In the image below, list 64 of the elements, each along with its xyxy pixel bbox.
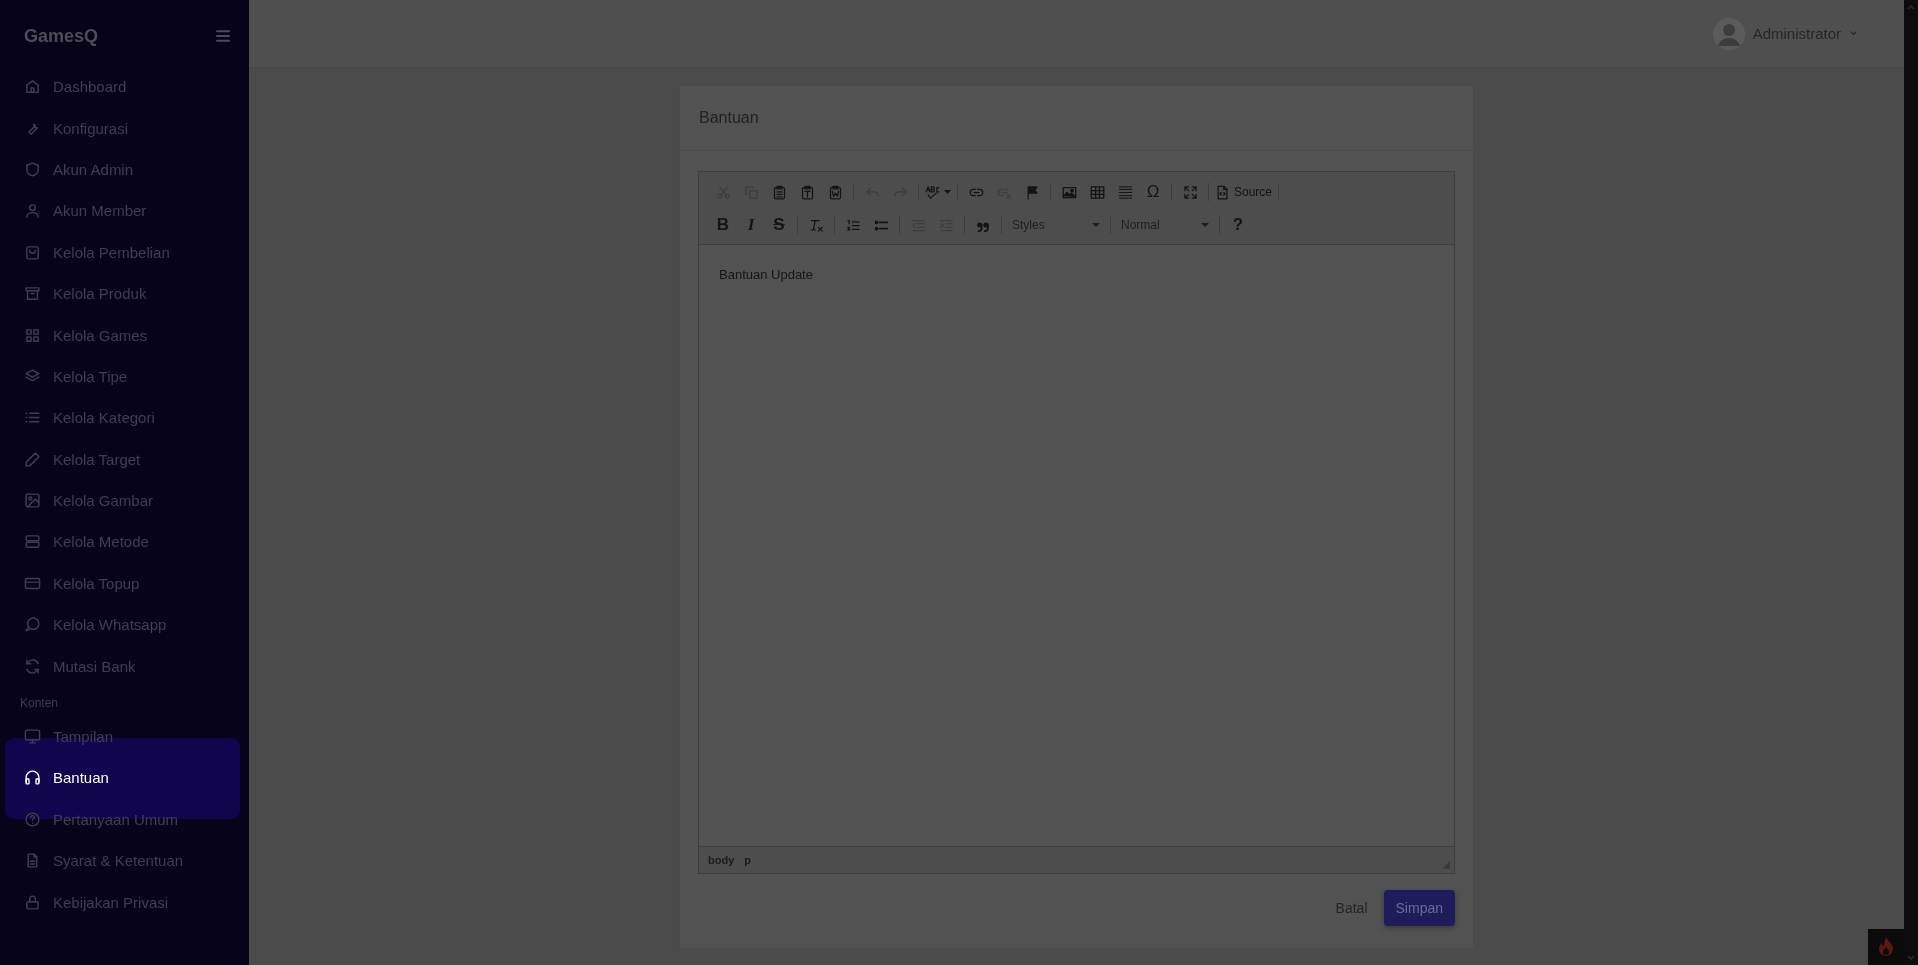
sidebar-item[interactable]: Kelola Games [0,314,249,356]
caret-icon [944,190,951,194]
sidebar-item[interactable]: Konfigurasi [0,107,249,149]
sidebar-item[interactable]: Akun Admin [0,148,249,191]
sidebar-item[interactable]: Syarat & Ketentuan [0,840,249,882]
pencil-icon [24,450,41,468]
clipboard-icon [771,184,787,200]
clipboard-word-icon [827,184,843,200]
format-tool-button[interactable]: Ω [1139,180,1167,204]
clipboard-text-icon [799,184,815,200]
monitor-icon [24,728,41,746]
archive-icon [24,285,41,303]
sidebar-item[interactable]: Kebijakan Privasi [0,881,249,923]
headphones-icon [24,769,41,787]
sidebar-item[interactable]: Kelola Pembelian [0,231,249,273]
grid-icon [24,326,41,344]
sidebar-item[interactable]: Kelola Kategori [0,397,249,439]
sidebar-item[interactable]: Kelola Tipe [0,355,249,398]
sidebar-item[interactable]: Pertanyaan Umum [0,798,249,841]
sidebar-item[interactable]: Kelola Produk [0,272,249,315]
sidebar-item[interactable]: Tampilan [0,715,249,758]
brand-logo: GamesQ [24,25,99,47]
chat-icon [24,616,41,634]
format-tool-button[interactable]: ? [1224,213,1252,237]
sidebar-item[interactable]: Kelola Whatsapp [0,604,249,646]
home-icon [24,78,41,96]
sidebar-item[interactable]: Kelola Metode [0,521,249,563]
image-icon [1061,184,1077,200]
document-code-icon [1215,184,1230,200]
sidebar-item[interactable]: Dashboard [0,66,249,108]
lock-icon [24,893,41,911]
table-icon [1089,184,1105,200]
shield-icon [24,160,41,178]
horizontal-rule-icon [1117,184,1133,200]
menu-icon[interactable] [215,28,231,44]
format-tool-button[interactable]: S [765,213,793,237]
scroll-up-icon[interactable] [1907,4,1915,10]
sidebar-item[interactable]: Kelola Topup [0,562,249,605]
flame-icon[interactable] [1878,937,1894,957]
server-icon [24,533,41,551]
scroll-down-icon[interactable] [1907,955,1915,961]
format-tool-button[interactable]: I [737,213,765,237]
sidebar-item[interactable]: Kelola Target [0,438,249,480]
caret-icon [1092,223,1100,227]
sidebar-item[interactable]: Kelola Gambar [0,479,249,522]
source-button[interactable]: Source [1213,180,1275,204]
sidebar-item[interactable]: Akun Member [0,190,249,232]
refresh-icon [24,657,41,675]
spellcheck-icon [925,184,940,200]
save-button[interactable]: Simpan [1383,890,1455,926]
image-icon [24,492,41,510]
sidebar-item[interactable]: Bantuan [0,757,249,799]
maximize-icon [1182,184,1198,200]
bulleted-list-icon [873,217,889,233]
caret-icon [1201,223,1209,227]
question-icon [24,810,41,828]
numbered-list-icon [845,217,861,233]
chevron-down-icon [1849,29,1858,38]
flag-icon [1024,184,1040,200]
bag-icon [24,243,41,261]
user-icon [24,202,41,220]
sidebar-item[interactable]: Mutasi Bank [0,645,249,687]
remove-format-icon [808,217,824,233]
format-tool-button[interactable]: B [709,213,737,237]
